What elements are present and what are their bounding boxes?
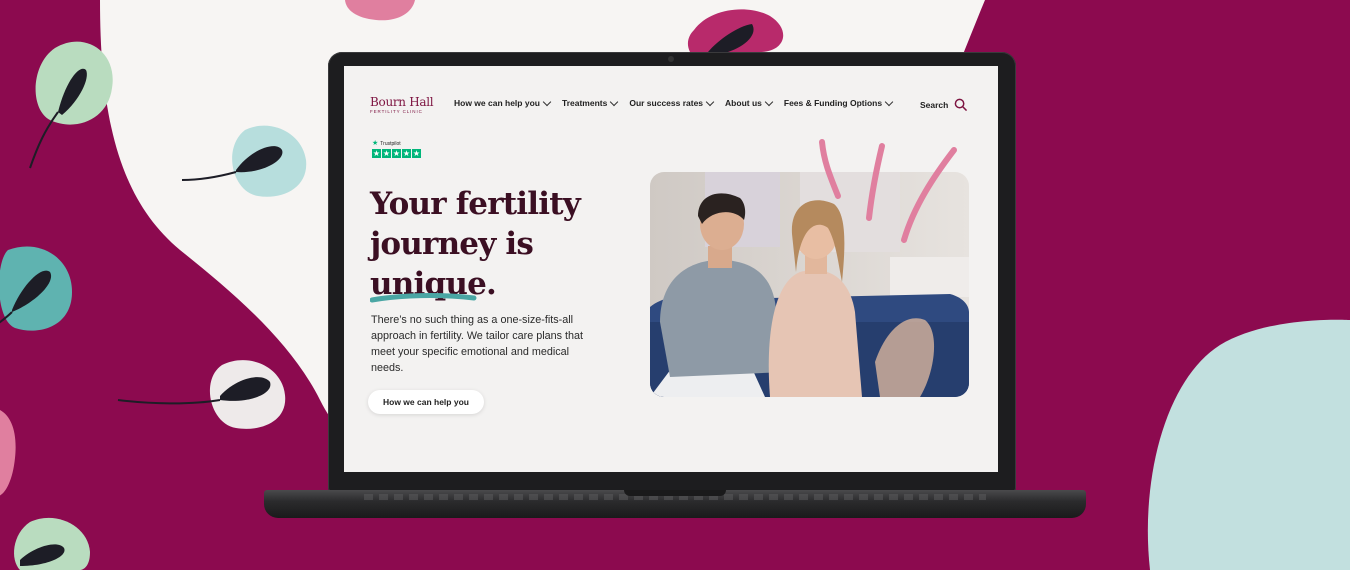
nav-label: Our success rates bbox=[629, 98, 704, 108]
star-icon: ★ bbox=[402, 149, 411, 158]
nav-label: Treatments bbox=[561, 98, 608, 108]
star-icon: ★ bbox=[372, 140, 379, 147]
star-icon: ★ bbox=[412, 149, 421, 158]
search-button[interactable]: Search bbox=[920, 98, 968, 111]
site-logo[interactable]: Bourn Hall FERTILITY CLINIC bbox=[370, 95, 434, 114]
nav-how-we-can-help[interactable]: How we can help you bbox=[454, 97, 552, 108]
nav-fees-funding[interactable]: Fees & Funding Options bbox=[783, 97, 894, 108]
laptop-screen: Bourn Hall FERTILITY CLINIC How we can h… bbox=[344, 66, 998, 472]
chevron-down-icon bbox=[884, 97, 894, 106]
search-label: Search bbox=[920, 99, 949, 110]
magnifier-icon bbox=[955, 98, 968, 111]
hero-title: Your fertility journey is unique. bbox=[370, 184, 610, 304]
logo-subtitle: FERTILITY CLINIC bbox=[370, 109, 423, 114]
trustpilot-widget[interactable]: ★ Trustpilot ★ ★ ★ ★ ★ bbox=[372, 140, 421, 158]
how-we-can-help-button[interactable]: How we can help you bbox=[368, 390, 484, 414]
chevron-down-icon bbox=[764, 97, 774, 106]
trustpilot-stars: ★ ★ ★ ★ ★ bbox=[372, 149, 421, 158]
star-icon: ★ bbox=[372, 149, 381, 158]
logo-name: Bourn Hall bbox=[370, 95, 434, 109]
teal-blob-right bbox=[1147, 319, 1350, 570]
nav-label: About us bbox=[725, 98, 762, 108]
hero-title-line: journey is bbox=[370, 226, 534, 262]
site-header: Bourn Hall FERTILITY CLINIC How we can h… bbox=[344, 88, 998, 118]
hero-description: There’s no such thing as a one-size-fits… bbox=[371, 314, 584, 374]
nav-label: Fees & Funding Options bbox=[783, 98, 883, 108]
underline-swash bbox=[370, 293, 477, 303]
chevron-down-icon bbox=[610, 97, 619, 106]
chevron-down-icon bbox=[542, 97, 552, 106]
chevron-down-icon bbox=[705, 97, 715, 106]
decorative-strokes bbox=[819, 139, 957, 243]
hero-title-line: Your fertility bbox=[370, 186, 581, 222]
star-icon: ★ bbox=[382, 149, 391, 158]
nav-label: How we can help you bbox=[454, 98, 540, 108]
nav-success-rates[interactable]: Our success rates bbox=[629, 97, 715, 108]
nav-treatments[interactable]: Treatments bbox=[561, 97, 619, 108]
star-icon: ★ bbox=[392, 149, 401, 158]
laptop-camera bbox=[668, 56, 674, 62]
nav-about-us[interactable]: About us bbox=[725, 97, 774, 108]
trustpilot-label: Trustpilot bbox=[380, 140, 401, 147]
laptop-base bbox=[264, 490, 1086, 518]
laptop-notch bbox=[624, 490, 726, 496]
main-nav: How we can help you Treatments Our succe… bbox=[454, 97, 894, 108]
